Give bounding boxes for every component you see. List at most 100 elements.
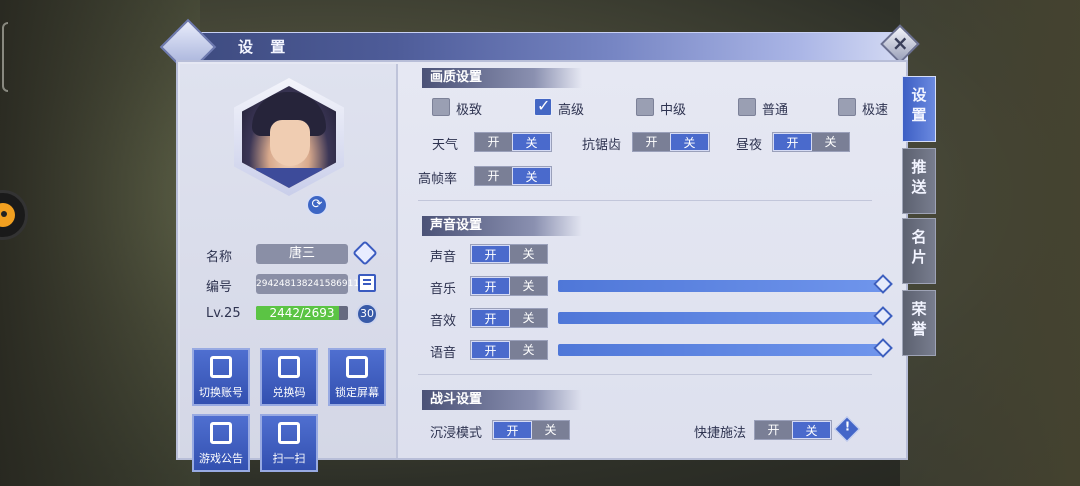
scan-button[interactable]: 扫一扫 (260, 414, 318, 472)
weather-toggle[interactable]: 开关 (474, 132, 552, 152)
lock-screen-label: 锁定屏幕 (335, 386, 379, 399)
id-label: 编号 (206, 280, 233, 295)
dialog-titlebar: 设 置 (159, 18, 908, 76)
left-edge-handle[interactable] (2, 22, 8, 92)
switch-account-label: 切换账号 (199, 386, 243, 399)
toggle-on[interactable]: 开 (633, 133, 670, 151)
quality-ultimate-checkbox[interactable] (432, 98, 450, 116)
toggle-on[interactable]: 开 (773, 133, 812, 151)
tab-settings-label: 设置 (911, 86, 927, 124)
daynight-toggle[interactable]: 开关 (772, 132, 850, 152)
quality-fast-label: 极速 (862, 103, 889, 118)
quality-normal-label: 普通 (762, 103, 789, 118)
quickcast-toggle[interactable]: 开关 (754, 420, 832, 440)
toggle-on[interactable]: 开 (471, 309, 510, 327)
announcement-button[interactable]: 游戏公告 (192, 414, 250, 472)
name-label: 名称 (206, 250, 233, 265)
tab-honor-label: 荣誉 (911, 300, 927, 338)
effects-toggle[interactable]: 开关 (470, 308, 548, 328)
switch-account-button[interactable]: 切换账号 (192, 348, 250, 406)
avatar (242, 86, 336, 188)
toggle-off[interactable]: 关 (510, 277, 547, 295)
music-label: 音乐 (430, 282, 457, 297)
voice-slider-thumb[interactable] (873, 338, 893, 358)
music-slider-thumb[interactable] (873, 274, 893, 294)
toggle-on[interactable]: 开 (471, 245, 510, 263)
scan-icon (278, 422, 300, 444)
weather-label: 天气 (432, 138, 459, 153)
gift-icon (278, 356, 300, 378)
toggle-on[interactable]: 开 (471, 277, 510, 295)
music-toggle[interactable]: 开关 (470, 276, 548, 296)
quality-medium-checkbox[interactable] (636, 98, 654, 116)
battle-section-title: 战斗设置 (422, 390, 582, 410)
toggle-off[interactable]: 关 (792, 421, 831, 439)
edit-name-icon[interactable] (352, 240, 378, 266)
sound-toggle[interactable]: 开关 (470, 244, 548, 264)
avatar-frame (234, 78, 344, 196)
voice-slider[interactable] (558, 338, 893, 358)
tab-honor[interactable]: 荣誉 (902, 290, 936, 356)
tab-push-label: 推送 (911, 158, 927, 196)
refresh-icon: ⟳ (311, 197, 323, 212)
lock-screen-button[interactable]: 锁定屏幕 (328, 348, 386, 406)
board-icon (210, 422, 232, 444)
quality-normal-checkbox[interactable] (738, 98, 756, 116)
exp-bar: 2442/2693 (256, 306, 348, 320)
toggle-on[interactable]: 开 (471, 341, 510, 359)
divider (418, 200, 872, 201)
quality-high-label: 高级 (558, 103, 585, 118)
sound-label: 声音 (430, 250, 457, 265)
settings-content: 画质设置 极致 高级 中级 普通 极速 天气 开关 抗锯齿 开关 昼夜 开关 高… (404, 64, 902, 458)
toggle-on[interactable]: 开 (475, 133, 512, 151)
toggle-off[interactable]: 关 (510, 309, 547, 327)
tab-namecard[interactable]: 名片 (902, 218, 936, 284)
effects-label: 音效 (430, 314, 457, 329)
exp-text: 2442/2693 (269, 306, 335, 320)
quality-medium-label: 中级 (660, 103, 687, 118)
voice-toggle[interactable]: 开关 (470, 340, 548, 360)
dialog-title: 设 置 (238, 38, 292, 56)
toggle-on[interactable]: 开 (755, 421, 792, 439)
quality-high-checkbox[interactable] (534, 96, 552, 116)
divider (418, 374, 872, 375)
settings-dialog: 设 置 × ⟳ 名称 唐三 编号 294248138241586911 Lv.2… (159, 18, 936, 472)
dialog-body: ⟳ 名称 唐三 编号 294248138241586911 Lv.25 2442… (176, 60, 908, 472)
tab-settings[interactable]: 设置 (902, 76, 936, 142)
id-value: 294248138241586911 (256, 274, 359, 294)
announcement-label: 游戏公告 (199, 452, 243, 465)
toggle-on[interactable]: 开 (475, 167, 512, 185)
redeem-code-label: 兑换码 (272, 386, 306, 399)
tab-push[interactable]: 推送 (902, 148, 936, 214)
background-left (0, 0, 200, 486)
immersive-toggle[interactable]: 开关 (492, 420, 570, 440)
hfr-toggle[interactable]: 开关 (474, 166, 552, 186)
tab-namecard-label: 名片 (911, 228, 927, 266)
scan-label: 扫一扫 (272, 452, 306, 465)
toggle-off[interactable]: 关 (510, 245, 547, 263)
toggle-off[interactable]: 关 (512, 133, 551, 151)
copy-id-icon[interactable] (358, 274, 376, 292)
quality-ultimate-label: 极致 (456, 103, 483, 118)
toggle-off[interactable]: 关 (670, 133, 709, 151)
daynight-label: 昼夜 (736, 138, 763, 153)
toggle-off[interactable]: 关 (510, 341, 547, 359)
redeem-code-button[interactable]: 兑换码 (260, 348, 318, 406)
toggle-off[interactable]: 关 (512, 167, 551, 185)
music-slider[interactable] (558, 274, 893, 294)
effects-slider[interactable] (558, 306, 893, 326)
voice-label: 语音 (430, 346, 457, 361)
change-avatar-button[interactable]: ⟳ (306, 194, 328, 216)
toggle-on[interactable]: 开 (493, 421, 532, 439)
quickcast-label: 快捷施法 (694, 426, 747, 441)
toggle-off[interactable]: 关 (812, 133, 849, 151)
lock-icon (346, 356, 368, 378)
antialias-label: 抗锯齿 (582, 138, 622, 153)
effects-slider-thumb[interactable] (873, 306, 893, 326)
quality-fast-checkbox[interactable] (838, 98, 856, 116)
graphics-section-title: 画质设置 (422, 68, 582, 88)
toggle-off[interactable]: 关 (532, 421, 569, 439)
antialias-toggle[interactable]: 开关 (632, 132, 710, 152)
sound-section-title: 声音设置 (422, 216, 582, 236)
logout-icon (210, 356, 232, 378)
